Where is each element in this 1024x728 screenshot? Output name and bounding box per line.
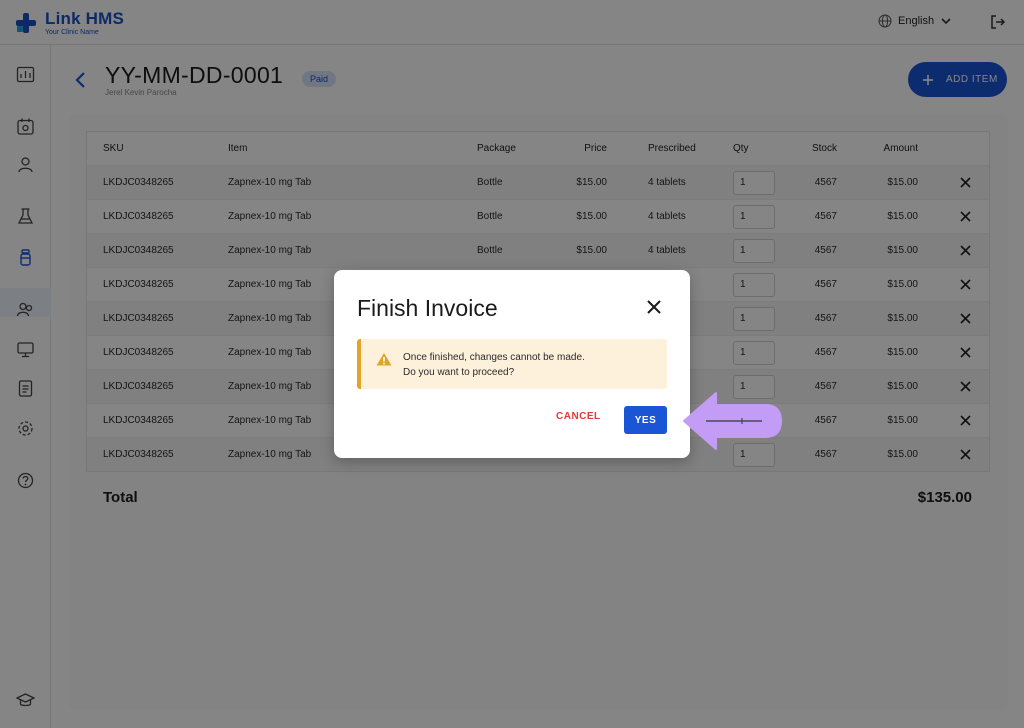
finish-invoice-dialog: Finish Invoice Once finished, changes ca… bbox=[334, 270, 690, 458]
dialog-title: Finish Invoice bbox=[357, 295, 498, 321]
warning-alert: Once finished, changes cannot be made. D… bbox=[357, 339, 667, 389]
cancel-button[interactable]: CANCEL bbox=[556, 411, 601, 422]
warning-line-2: Do you want to proceed? bbox=[403, 367, 515, 378]
yes-confirm-button[interactable]: YES bbox=[624, 406, 667, 434]
tutorial-arrow-icon bbox=[683, 392, 782, 450]
warning-triangle-icon bbox=[376, 353, 392, 366]
warning-line-1: Once finished, changes cannot be made. bbox=[403, 352, 585, 363]
app-root: Link HMS Your Clinic Name English YY-MM-… bbox=[0, 0, 1024, 728]
close-icon[interactable] bbox=[645, 298, 663, 316]
warning-message: Once finished, changes cannot be made. D… bbox=[403, 350, 585, 380]
